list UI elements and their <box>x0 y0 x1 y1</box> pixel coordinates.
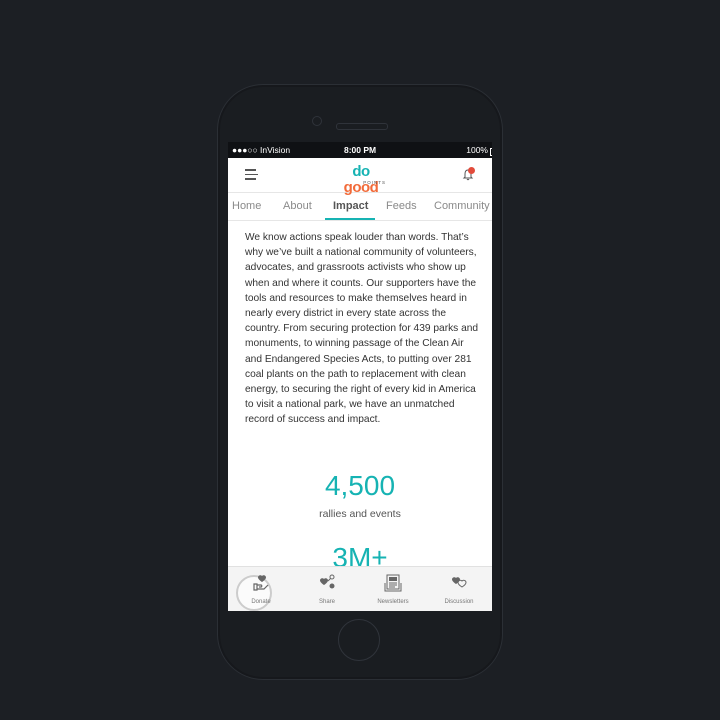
battery-indicator: 100% <box>466 145 492 156</box>
nav-share-label: Share <box>318 599 335 605</box>
home-button[interactable] <box>338 619 380 661</box>
bottom-nav: Donate Share Newsletters Discussion <box>228 566 492 611</box>
nav-share[interactable]: Share <box>294 567 360 611</box>
share-icon <box>320 574 335 589</box>
stat-label-events: rallies and events <box>319 508 401 520</box>
tab-feeds[interactable]: Feeds <box>386 200 417 212</box>
app-screen: ●●●○○ InVision 8:00 PM 100% do good POIN… <box>228 142 492 611</box>
newsletter-icon <box>384 574 402 592</box>
nav-newsletters-label: Newsletters <box>377 599 409 605</box>
nav-discussion[interactable]: Discussion <box>426 567 492 611</box>
discussion-icon <box>452 577 467 588</box>
active-tab-indicator <box>325 218 375 220</box>
battery-icon <box>490 148 492 156</box>
logo-text-do: do <box>352 163 370 180</box>
battery-percent: 100% <box>466 145 488 155</box>
app-logo: do good POINTS <box>334 163 388 196</box>
app-header: do good POINTS <box>228 158 492 196</box>
menu-icon[interactable] <box>245 169 258 180</box>
tab-impact[interactable]: Impact <box>333 200 368 212</box>
nav-donate[interactable]: Donate <box>228 567 294 611</box>
time-label: 8:00 PM <box>344 145 377 155</box>
tab-community[interactable]: Community <box>434 200 490 212</box>
stat-value-events: 4,500 <box>324 470 396 501</box>
nav-discussion-label: Discussion <box>444 599 474 605</box>
speaker <box>336 123 388 130</box>
tab-bar: Home About Impact Feeds Community <box>228 193 492 221</box>
donate-icon <box>253 575 269 591</box>
carrier-label: ●●●○○ InVision <box>232 145 291 155</box>
tab-about[interactable]: About <box>283 200 312 212</box>
impact-paragraph: We know actions speak louder than words.… <box>245 232 479 426</box>
notification-badge <box>468 167 475 174</box>
status-bar: ●●●○○ InVision 8:00 PM 100% <box>228 142 492 158</box>
logo-subtext: POINTS <box>363 180 386 185</box>
camera <box>312 116 322 126</box>
nav-donate-label: Donate <box>251 599 271 605</box>
tab-home[interactable]: Home <box>232 200 261 212</box>
nav-newsletters[interactable]: Newsletters <box>360 567 426 611</box>
